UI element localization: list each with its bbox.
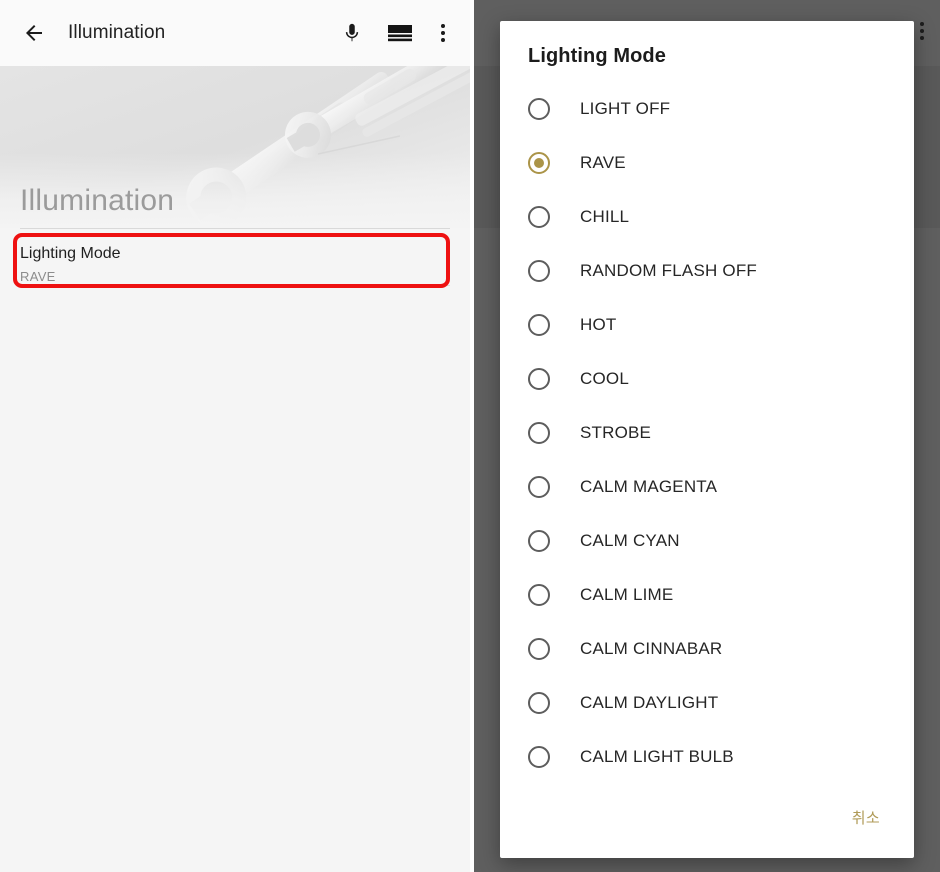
radio-circle-icon (528, 584, 550, 606)
radio-label: LIGHT OFF (580, 99, 671, 118)
toolbar-actions (328, 5, 470, 61)
lighting-mode-dialog: Lighting Mode LIGHT OFF RAVE CHILL RANDO… (500, 21, 914, 858)
radio-group: LIGHT OFF RAVE CHILL RANDOM FLASH OFF HO… (500, 82, 914, 799)
radio-option-random-flash-off[interactable]: RANDOM FLASH OFF (500, 244, 914, 298)
radio-option-rave[interactable]: RAVE (500, 136, 914, 190)
radio-circle-icon (528, 260, 550, 282)
radio-circle-icon (528, 98, 550, 120)
radio-option-hot[interactable]: HOT (500, 298, 914, 352)
radio-label: STROBE (580, 423, 652, 442)
overflow-dots (441, 24, 445, 42)
app-toolbar: Illumination (0, 0, 470, 66)
radio-circle-icon (528, 422, 550, 444)
preference-summary: RAVE (20, 269, 56, 284)
radio-option-light-off[interactable]: LIGHT OFF (500, 82, 914, 136)
radio-label: CALM DAYLIGHT (580, 693, 719, 712)
list-divider-bottom (20, 285, 450, 286)
radio-label: CALM MAGENTA (580, 477, 718, 496)
radio-label: CALM CYAN (580, 531, 680, 550)
app-screen: Illumination Illumination Lighting Mode … (0, 0, 940, 872)
overflow-menu-icon-behind-scrim (920, 22, 924, 40)
radio-option-cool[interactable]: COOL (500, 352, 914, 406)
cancel-button[interactable]: 취소 (842, 799, 890, 836)
radio-option-calm-lime[interactable]: CALM LIME (500, 568, 914, 622)
radio-circle-icon (528, 638, 550, 660)
radio-circle-icon (528, 530, 550, 552)
preference-list: Lighting Mode RAVE (0, 228, 470, 299)
dialog-action-bar: 취소 (500, 799, 914, 858)
dialog-title: Lighting Mode (528, 45, 666, 67)
radio-circle-selected-icon (528, 152, 550, 174)
preference-title: Lighting Mode (20, 245, 121, 262)
arrow-back-icon[interactable] (6, 5, 62, 61)
hero-banner: Illumination (0, 66, 470, 228)
radio-circle-icon (528, 368, 550, 390)
radio-option-calm-magenta[interactable]: CALM MAGENTA (500, 460, 914, 514)
settings-panel: Illumination Illumination Lighting Mode … (0, 0, 470, 872)
page-title: Illumination (68, 22, 166, 43)
radio-option-calm-daylight[interactable]: CALM DAYLIGHT (500, 676, 914, 730)
radio-option-calm-cinnabar[interactable]: CALM CINNABAR (500, 622, 914, 676)
radio-circle-icon (528, 746, 550, 768)
radio-label: HOT (580, 315, 617, 334)
hero-title: Illumination (20, 184, 175, 217)
radio-circle-icon (528, 476, 550, 498)
radio-option-calm-cyan[interactable]: CALM CYAN (500, 514, 914, 568)
radio-label: CALM CINNABAR (580, 639, 723, 658)
radio-label: CALM LIGHT BULB (580, 747, 734, 766)
radio-circle-icon (528, 314, 550, 336)
view-layout-icon[interactable] (376, 5, 424, 61)
radio-label: RANDOM FLASH OFF (580, 261, 757, 280)
radio-label: RAVE (580, 153, 626, 172)
microphone-icon[interactable] (328, 5, 376, 61)
radio-label: CALM LIME (580, 585, 674, 604)
preference-item-lighting-mode[interactable]: Lighting Mode RAVE (0, 228, 470, 299)
radio-option-strobe[interactable]: STROBE (500, 406, 914, 460)
radio-circle-icon (528, 692, 550, 714)
radio-label: CHILL (580, 207, 630, 226)
radio-option-chill[interactable]: CHILL (500, 190, 914, 244)
overflow-menu-icon[interactable] (424, 5, 462, 61)
radio-label: COOL (580, 369, 629, 388)
radio-option-calm-light-bulb[interactable]: CALM LIGHT BULB (500, 730, 914, 784)
radio-circle-icon (528, 206, 550, 228)
